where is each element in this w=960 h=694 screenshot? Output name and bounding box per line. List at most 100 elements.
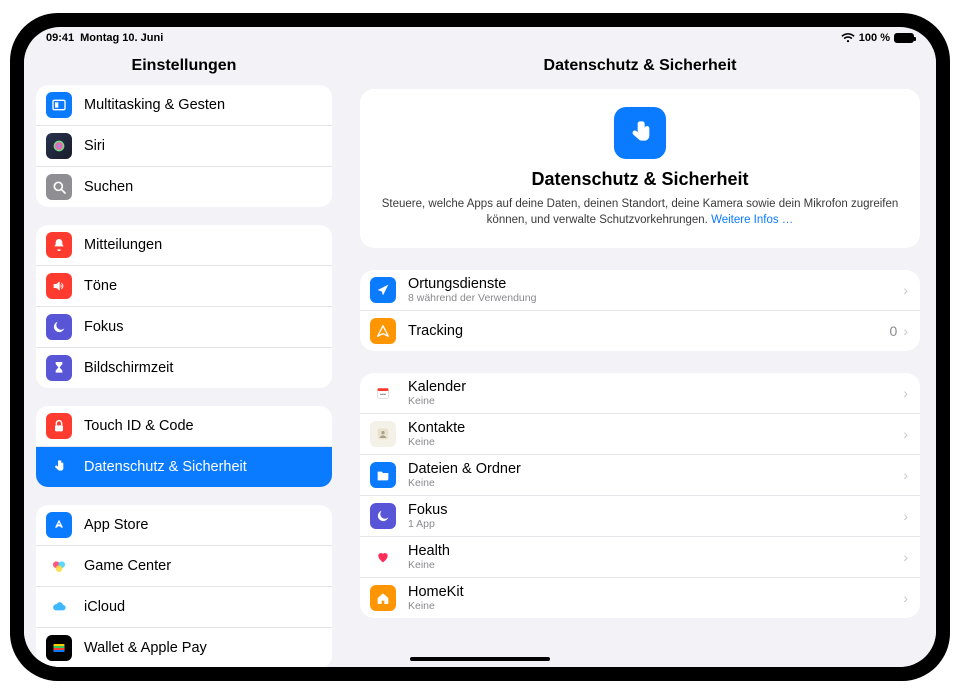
privacy-hero-icon	[614, 107, 666, 159]
status-date: Montag 10. Juni	[80, 32, 163, 44]
home-indicator	[410, 657, 550, 661]
main-pane: Datenschutz & Sicherheit Datenschutz & S…	[344, 49, 936, 667]
sidebar-item-bell[interactable]: Mitteilungen	[36, 225, 332, 266]
sidebar-item-appstore[interactable]: App Store	[36, 505, 332, 546]
sidebar-item-label: Touch ID & Code	[84, 418, 320, 434]
sidebar-item-search[interactable]: Suchen	[36, 167, 332, 207]
tracking-icon	[370, 318, 396, 344]
sidebar-title: Einstellungen	[24, 49, 344, 85]
contacts-icon	[370, 421, 396, 447]
sidebar-item-gamecenter[interactable]: Game Center	[36, 546, 332, 587]
chevron-right-icon: ›	[903, 549, 908, 565]
hero-title: Datenschutz & Sicherheit	[380, 169, 900, 190]
row-sublabel: 8 während der Verwendung	[408, 292, 891, 304]
screen: 09:41 Montag 10. Juni 100 % Einstellunge…	[24, 27, 936, 667]
chevron-right-icon: ›	[903, 508, 908, 524]
main-scroll[interactable]: Datenschutz & Sicherheit Steuere, welche…	[344, 89, 936, 667]
sidebar-item-wallet[interactable]: Wallet & Apple Pay	[36, 628, 332, 667]
battery-text: 100 %	[859, 32, 890, 44]
sidebar-item-label: Siri	[84, 138, 320, 154]
row-label: Dateien & Ordner	[408, 461, 891, 477]
battery-icon	[894, 33, 914, 43]
sidebar-item-icloud[interactable]: iCloud	[36, 587, 332, 628]
detail-row-moon[interactable]: Fokus1 App ›	[360, 496, 920, 537]
detail-row-location[interactable]: Ortungsdienste8 während der Verwendung ›	[360, 270, 920, 311]
sidebar-scroll[interactable]: Multitasking & Gesten Siri Suchen Mitteilun…	[24, 85, 344, 667]
wallet-icon	[46, 635, 72, 661]
sidebar-item-hand[interactable]: Datenschutz & Sicherheit	[36, 447, 332, 487]
row-label: Health	[408, 543, 891, 559]
bell-icon	[46, 232, 72, 258]
hero-link[interactable]: Weitere Infos …	[711, 214, 793, 226]
row-sublabel: Keine	[408, 395, 891, 407]
row-label: Kalender	[408, 379, 891, 395]
sidebar-item-moon[interactable]: Fokus	[36, 307, 332, 348]
sidebar-item-label: iCloud	[84, 599, 320, 615]
main-title: Datenschutz & Sicherheit	[344, 49, 936, 89]
row-sublabel: 1 App	[408, 518, 891, 530]
home-icon	[370, 585, 396, 611]
device-frame: 09:41 Montag 10. Juni 100 % Einstellunge…	[10, 13, 950, 681]
chevron-right-icon: ›	[903, 590, 908, 606]
sidebar-item-sound[interactable]: Töne	[36, 266, 332, 307]
hero-card: Datenschutz & Sicherheit Steuere, welche…	[360, 89, 920, 248]
row-sublabel: Keine	[408, 436, 891, 448]
row-label: Fokus	[408, 502, 891, 518]
sidebar-item-label: Bildschirmzeit	[84, 360, 320, 376]
sidebar-item-label: Wallet & Apple Pay	[84, 640, 320, 656]
section-location: Ortungsdienste8 während der Verwendung›T…	[360, 270, 920, 351]
row-label: Ortungsdienste	[408, 276, 891, 292]
chevron-right-icon: ›	[903, 426, 908, 442]
row-label: Kontakte	[408, 420, 891, 436]
chevron-right-icon: ›	[903, 282, 908, 298]
status-time: 09:41	[46, 32, 74, 44]
row-sublabel: Keine	[408, 600, 891, 612]
hero-body: Steuere, welche Apps auf deine Daten, de…	[380, 196, 900, 228]
sidebar-item-label: Suchen	[84, 179, 320, 195]
detail-row-contacts[interactable]: KontakteKeine ›	[360, 414, 920, 455]
row-label: Tracking	[408, 323, 878, 339]
wifi-icon	[841, 33, 855, 43]
sidebar-item-label: Game Center	[84, 558, 320, 574]
hourglass-icon	[46, 355, 72, 381]
sidebar-item-label: App Store	[84, 517, 320, 533]
sidebar: Einstellungen Multitasking & Gesten Siri S…	[24, 49, 344, 667]
sidebar-item-siri[interactable]: Siri	[36, 126, 332, 167]
health-icon	[370, 544, 396, 570]
detail-row-home[interactable]: HomeKitKeine ›	[360, 578, 920, 618]
calendar-icon	[370, 380, 396, 406]
chevron-right-icon: ›	[903, 323, 908, 339]
row-sublabel: Keine	[408, 477, 891, 489]
row-sublabel: Keine	[408, 559, 891, 571]
lock-icon	[46, 413, 72, 439]
search-icon	[46, 174, 72, 200]
moon-icon	[46, 314, 72, 340]
sidebar-item-label: Töne	[84, 278, 320, 294]
row-label: HomeKit	[408, 584, 891, 600]
sidebar-item-label: Datenschutz & Sicherheit	[84, 459, 320, 475]
detail-row-tracking[interactable]: Tracking 0 ›	[360, 311, 920, 351]
multitasking-icon	[46, 92, 72, 118]
hand-icon	[46, 454, 72, 480]
sidebar-item-hourglass[interactable]: Bildschirmzeit	[36, 348, 332, 388]
chevron-right-icon: ›	[903, 467, 908, 483]
section-data-access: KalenderKeine›KontakteKeine›Dateien & Or…	[360, 373, 920, 618]
chevron-right-icon: ›	[903, 385, 908, 401]
sidebar-item-label: Multitasking & Gesten	[84, 97, 320, 113]
gamecenter-icon	[46, 553, 72, 579]
sidebar-item-label: Fokus	[84, 319, 320, 335]
detail-row-calendar[interactable]: KalenderKeine ›	[360, 373, 920, 414]
sidebar-item-multitasking[interactable]: Multitasking & Gesten	[36, 85, 332, 126]
row-trailing-value: 0	[890, 323, 898, 339]
files-icon	[370, 462, 396, 488]
detail-row-files[interactable]: Dateien & OrdnerKeine ›	[360, 455, 920, 496]
detail-row-health[interactable]: HealthKeine ›	[360, 537, 920, 578]
location-icon	[370, 277, 396, 303]
appstore-icon	[46, 512, 72, 538]
sidebar-item-lock[interactable]: Touch ID & Code	[36, 406, 332, 447]
status-bar: 09:41 Montag 10. Juni 100 %	[24, 27, 936, 49]
moon-icon	[370, 503, 396, 529]
sidebar-item-label: Mitteilungen	[84, 237, 320, 253]
icloud-icon	[46, 594, 72, 620]
siri-icon	[46, 133, 72, 159]
